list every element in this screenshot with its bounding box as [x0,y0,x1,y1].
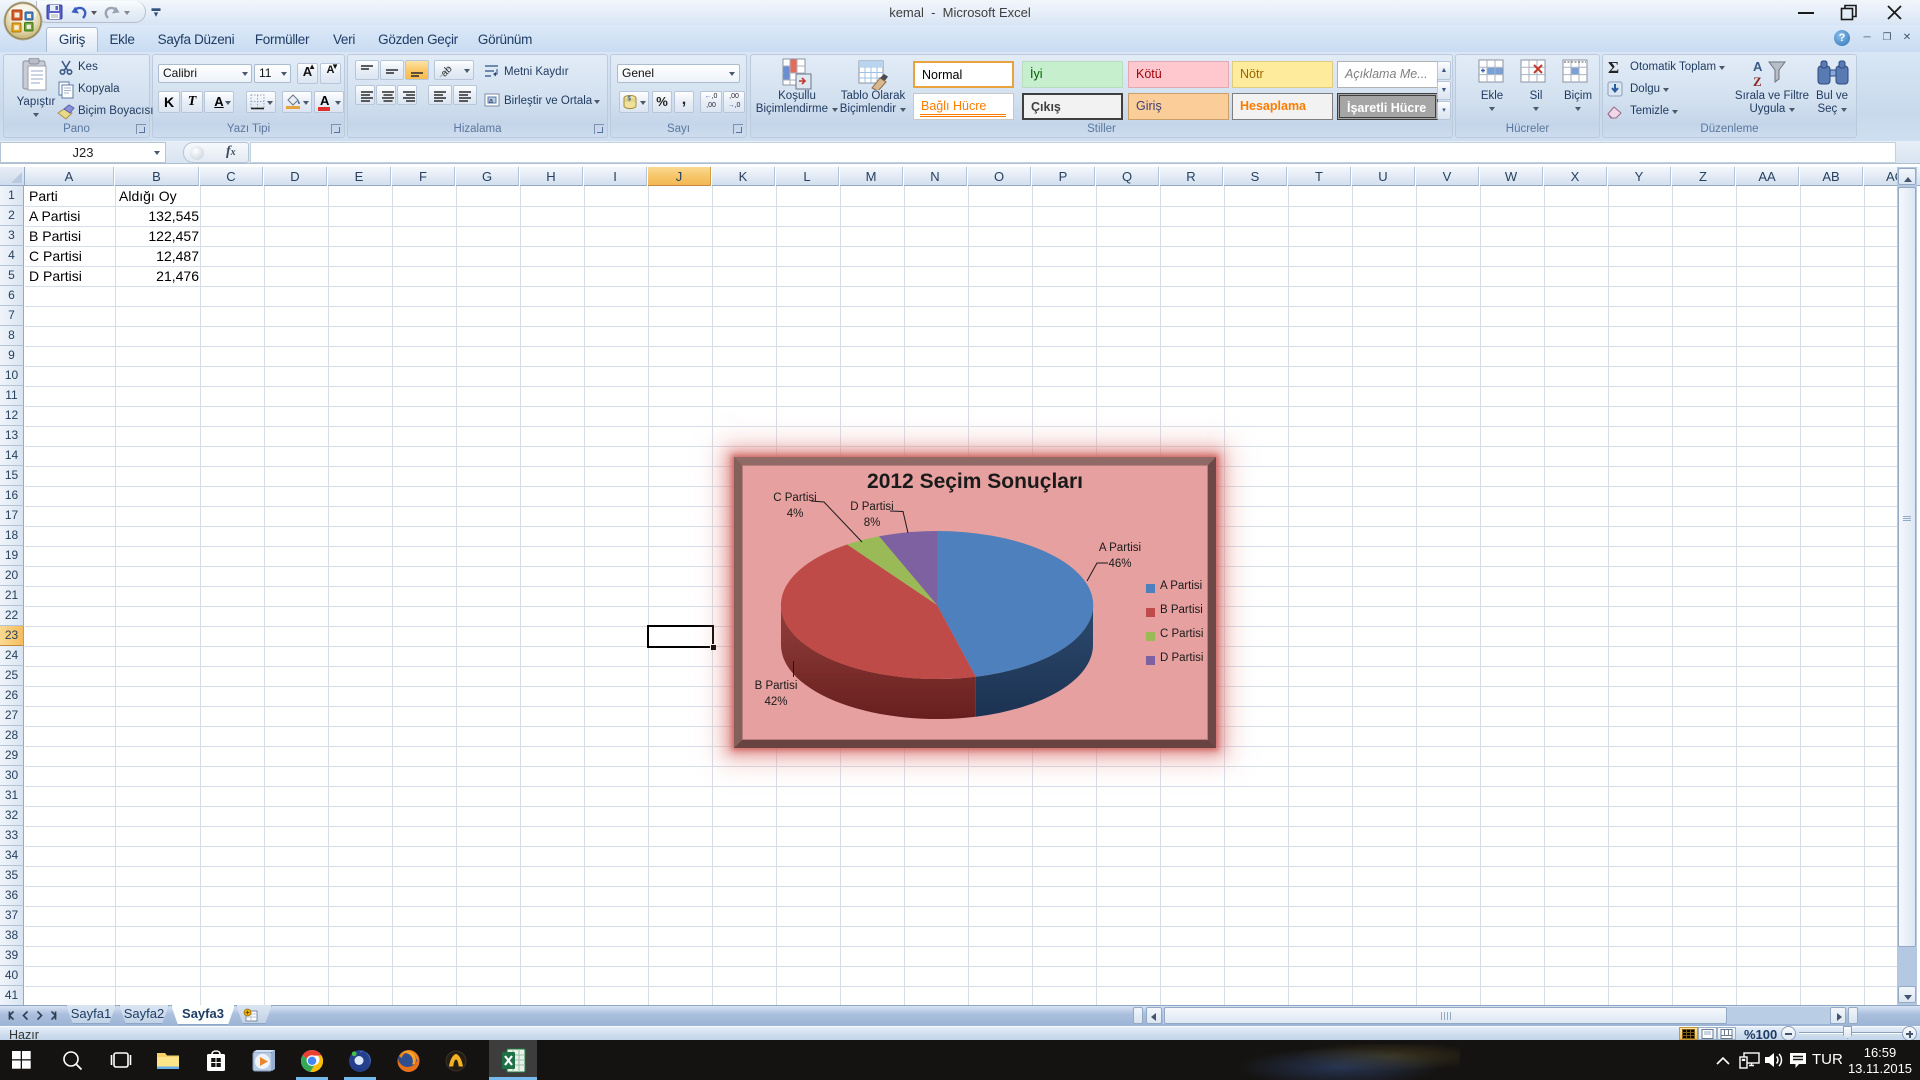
svg-text:a: a [489,98,493,105]
svg-text:A: A [1753,59,1763,74]
svg-text:$: $ [627,95,631,102]
svg-text:Z: Z [1753,74,1762,89]
